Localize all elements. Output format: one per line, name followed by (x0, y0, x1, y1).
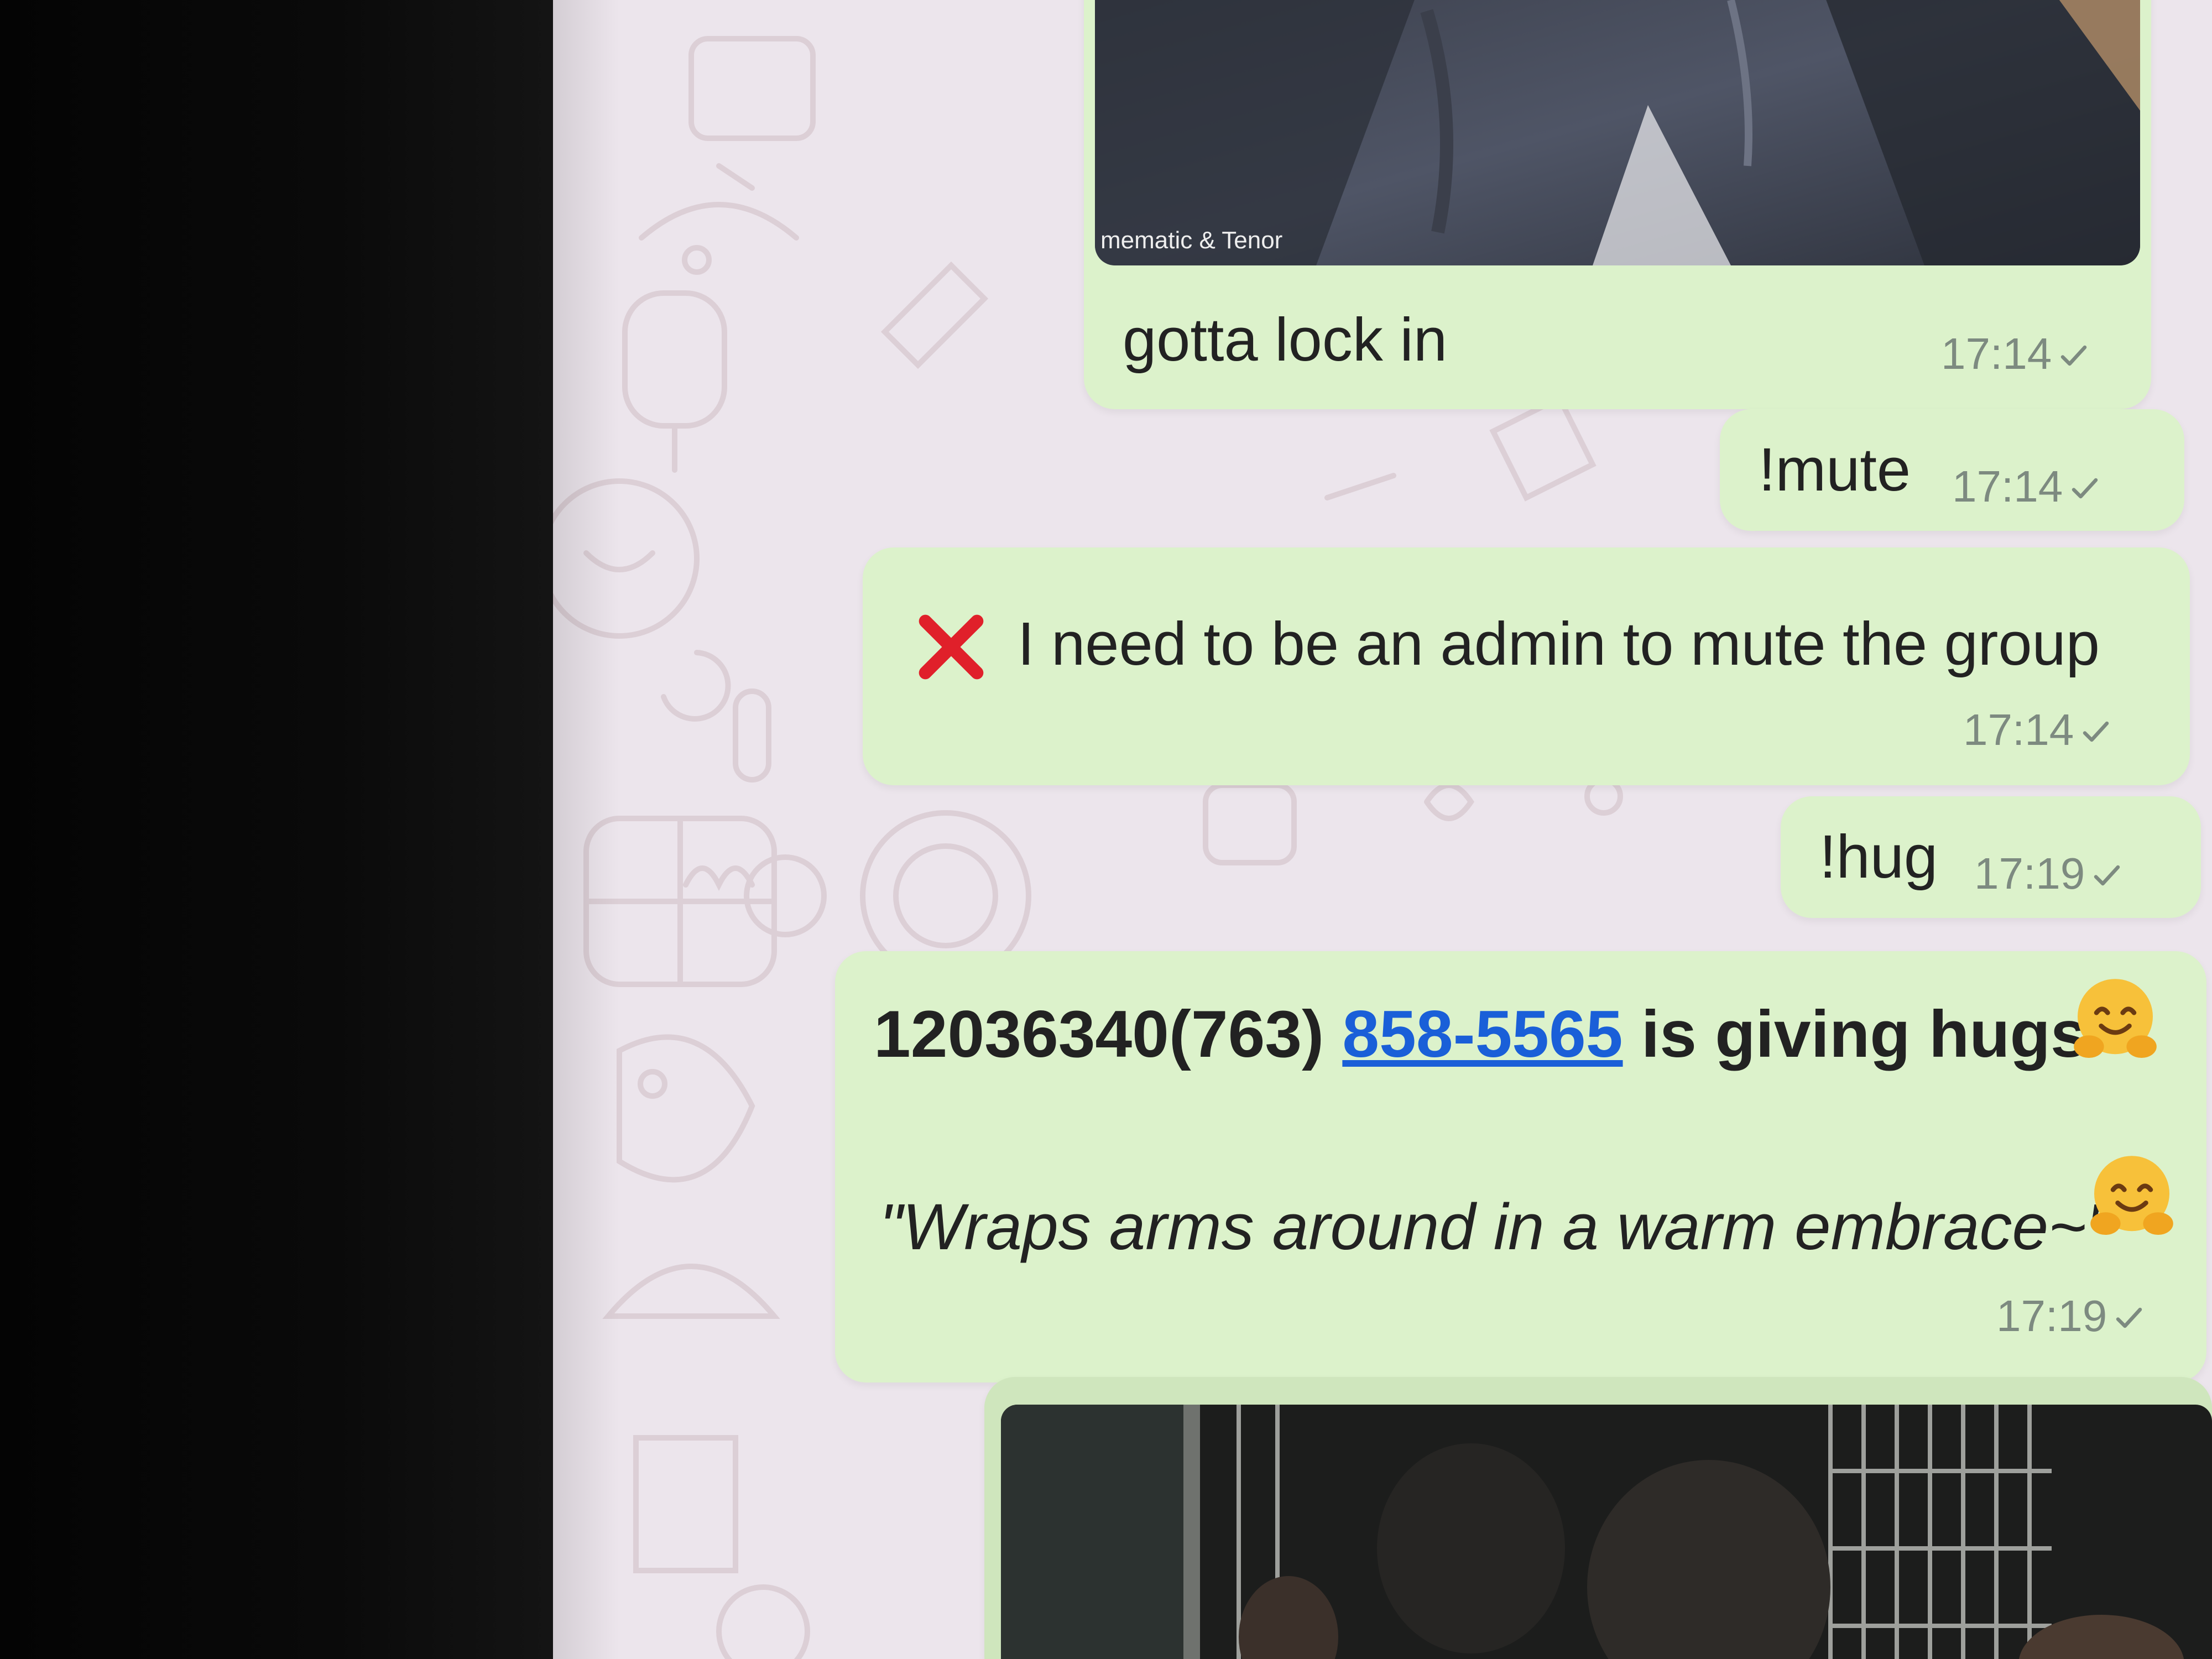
check-icon (2083, 721, 2109, 742)
message-text: !mute (1759, 436, 1911, 504)
message-time: 17:19 (1996, 1294, 2146, 1338)
check-icon (2116, 1307, 2142, 1328)
check-icon (2094, 865, 2120, 886)
cross-mark-icon (919, 614, 984, 680)
check-icon (2060, 345, 2087, 366)
message-time: 17:19 (1974, 852, 2124, 896)
message-bubble-admin-error[interactable]: I need to be an admin to mute the group … (863, 547, 2190, 785)
hugging-face-emoji (2090, 1156, 2173, 1235)
hug-quote: "Wraps arms around in a warm embrace~" (879, 1191, 2110, 1264)
message-text: !hug (1819, 823, 1938, 891)
message-bubble-giving-hugs[interactable]: 12036340(763) 858-5565 is giving hugs "W… (835, 951, 2206, 1383)
gif-thumbnail[interactable] (1095, 0, 2140, 265)
message-time: 17:14 (1941, 332, 2090, 376)
message-time: 17:14 (1963, 708, 2112, 752)
hugging-face-emoji (2074, 979, 2157, 1058)
chat-screen[interactable]: mematic & Tenor gotta lock in 17:14 !mut… (553, 0, 2212, 1659)
message-bubble-mute[interactable]: !mute 17:14 (1720, 409, 2184, 531)
gif-attribution: mematic & Tenor (1100, 227, 1283, 254)
message-text: I need to be an admin to mute the group (1018, 610, 2100, 678)
photo-image (1001, 1405, 2212, 1659)
hug-action-text: is giving hugs (1623, 997, 2088, 1071)
message-bubble-gif[interactable]: mematic & Tenor gotta lock in 17:14 (1084, 0, 2151, 409)
device-bezel (0, 0, 553, 1659)
gif-image (1095, 0, 2140, 265)
image-thumbnail[interactable] (1001, 1405, 2212, 1659)
check-icon (2072, 478, 2098, 499)
sender-id: 12036340(763) (874, 997, 1343, 1071)
hug-sender-line: 12036340(763) 858-5565 is giving hugs (874, 1001, 2088, 1067)
gif-caption: gotta lock in (1123, 306, 1448, 374)
message-bubble-image[interactable] (984, 1377, 2212, 1659)
message-bubble-hug[interactable]: !hug 17:19 (1781, 796, 2201, 918)
message-time: 17:14 (1952, 465, 2101, 509)
phone-number-link[interactable]: 858-5565 (1342, 997, 1623, 1071)
